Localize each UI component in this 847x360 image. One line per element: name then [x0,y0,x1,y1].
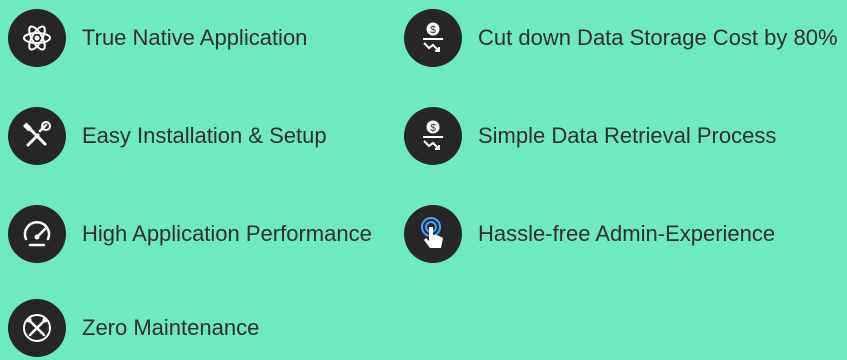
svg-text:$: $ [430,123,436,134]
feature-label: Zero Maintenance [82,315,260,340]
feature-easy-installation-setup: Easy Installation & Setup [8,104,327,168]
features-panel: True Native Application $ Cut down Data … [0,0,847,357]
feature-hassle-free-admin-experience: Hassle-free Admin-Experience [404,202,775,266]
feature-label: Cut down Data Storage Cost by 80% [478,25,838,50]
data-retrieval-icon: $ [404,107,462,165]
feature-zero-maintenance: Zero Maintenance [8,296,259,360]
speedometer-icon [8,205,66,263]
svg-text:$: $ [430,25,436,36]
feature-label: Hassle-free Admin-Experience [478,221,776,246]
feature-cut-down-data-storage-cost: $ Cut down Data Storage Cost by 80% [404,6,838,70]
maintenance-icon [8,299,66,357]
feature-true-native-application: True Native Application [8,6,307,70]
touch-icon [404,205,462,263]
feature-label: High Application Performance [82,221,372,246]
atom-icon [8,9,66,67]
feature-label: True Native Application [82,25,308,50]
feature-label: Simple Data Retrieval Process [478,123,777,148]
feature-simple-data-retrieval-process: $ Simple Data Retrieval Process [404,104,776,168]
feature-label: Easy Installation & Setup [82,123,327,148]
feature-high-application-performance: High Application Performance [8,202,372,266]
tools-icon [8,107,66,165]
storage-cost-icon: $ [404,9,462,67]
